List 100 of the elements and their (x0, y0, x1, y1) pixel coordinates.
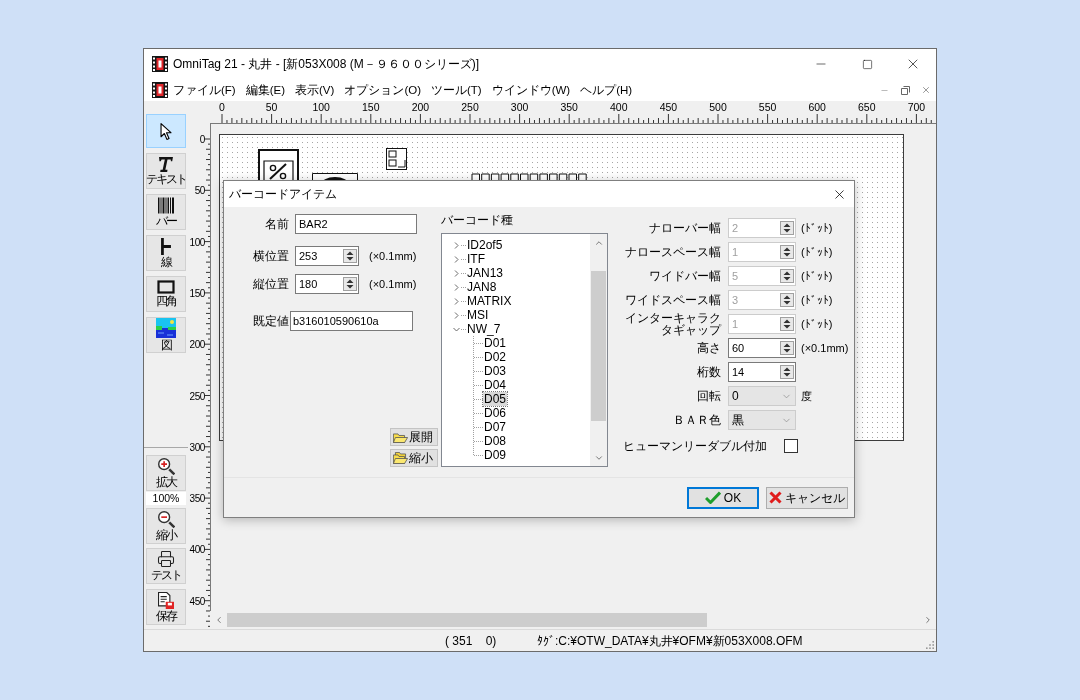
spin-button[interactable] (780, 341, 794, 355)
ruler-label: 450 (659, 102, 678, 113)
tree-item[interactable]: D06 (483, 406, 507, 420)
spin-button[interactable] (343, 249, 357, 263)
unit-label: (×0.1mm) (369, 276, 417, 292)
tree-item[interactable]: D01 (483, 336, 507, 350)
unit-label: (ﾄﾞｯﾄ) (801, 244, 833, 260)
rectangle-tool-button[interactable]: 四角 (146, 276, 186, 312)
cursor-position: ( 351 0) (445, 632, 498, 650)
menu-item[interactable]: オプション(O) (339, 82, 426, 98)
ruler-label: 0 (219, 102, 225, 113)
spin-field[interactable]: 253 (295, 246, 359, 266)
check-icon (704, 491, 721, 504)
name-field[interactable]: BAR2 (295, 214, 417, 234)
save-button[interactable]: 保存 (146, 589, 186, 625)
up-down-arrows-icon (783, 271, 791, 281)
tree-item[interactable]: D08 (483, 434, 507, 448)
spin-button[interactable] (780, 365, 794, 379)
unit-label: (ﾄﾞｯﾄ) (801, 220, 833, 236)
menu-item[interactable]: ウインドウ(W) (486, 82, 576, 98)
dropdown-field[interactable]: 0 (728, 386, 796, 406)
spin-field[interactable]: 180 (295, 274, 359, 294)
menu-item[interactable]: 表示(V) (290, 82, 340, 98)
tree-item[interactable]: MSI (466, 308, 490, 322)
ruler-label: 50 (194, 184, 205, 196)
ruler-label: 250 (189, 390, 205, 401)
tree-item[interactable]: MATRIX (466, 294, 513, 308)
field-label: ＢＡＲ色 (673, 414, 721, 426)
expand-all-button[interactable]: 展開 (390, 428, 438, 446)
up-down-arrows-icon (783, 295, 791, 305)
menu-item[interactable]: ツール(T) (426, 82, 487, 98)
spin-field[interactable]: 14 (728, 362, 796, 382)
ruler-label: 400 (189, 543, 205, 555)
tree-item[interactable]: JAN13 (466, 266, 505, 280)
dialog-title: バーコードアイテム (229, 186, 337, 203)
menu-item[interactable]: ヘルプ(H) (575, 82, 638, 98)
vertical-scrollbar[interactable] (590, 234, 607, 466)
menu-item[interactable]: 編集(E) (240, 82, 291, 98)
zoom-level-display: 100% (146, 492, 186, 505)
zoom-in-icon (157, 457, 175, 475)
ruler-label: 50 (265, 102, 278, 113)
scrollbar-thumb[interactable] (227, 613, 707, 627)
field-label: 名前 (265, 217, 289, 231)
ok-button[interactable]: OK (687, 486, 759, 509)
test-print-button[interactable]: テスト (146, 548, 186, 584)
file-path: ﾀｸﾞ:C:¥OTW_DATA¥丸井¥OFM¥新053X008.OFM (537, 632, 803, 650)
chevron-right-icon[interactable] (453, 283, 460, 291)
unit-label: 度 (801, 388, 812, 404)
image-tool-button[interactable]: 図 (146, 317, 186, 353)
tree-item[interactable]: D02 (483, 350, 507, 364)
spin-field[interactable]: 60 (728, 338, 796, 358)
text-tool-button[interactable]: テキスト (146, 153, 186, 189)
collapse-all-button[interactable]: 縮小 (390, 449, 438, 467)
tree-item[interactable]: JAN8 (466, 280, 498, 294)
checkbox[interactable] (784, 439, 798, 453)
chevron-right-icon[interactable] (453, 269, 460, 277)
unit-label: (ﾄﾞｯﾄ) (801, 292, 833, 308)
tree-item[interactable]: ID2of5 (466, 238, 504, 252)
chevron-right-icon[interactable] (453, 311, 460, 319)
tree-item[interactable]: D03 (483, 364, 507, 378)
tree-item[interactable]: D04 (483, 378, 507, 392)
tree-item[interactable]: D07 (483, 420, 507, 434)
barcode-tool-button[interactable]: バー (146, 194, 186, 230)
ruler-label: 300 (189, 441, 205, 453)
up-down-arrows-icon (783, 223, 791, 233)
up-down-arrows-icon (783, 247, 791, 257)
line-icon (161, 237, 171, 255)
spin-button[interactable] (343, 277, 357, 291)
chevron-right-icon[interactable] (453, 241, 460, 249)
pointer-tool-button[interactable] (146, 114, 186, 148)
ruler-label: 100 (189, 236, 205, 248)
ruler-label: 450 (189, 595, 205, 607)
pointer-arrow-icon (160, 122, 172, 140)
tree-item[interactable]: NW_7 (466, 322, 502, 336)
window-title: OmniTag 21 - 丸井 - [新053X008 (M－９６００シリーズ)] (173, 56, 480, 73)
chevron-right-icon[interactable] (453, 297, 460, 305)
field-label: 高さ (697, 342, 721, 354)
chevron-down-icon[interactable] (453, 325, 460, 333)
resize-grip-icon[interactable] (926, 640, 934, 649)
zoom-out-button[interactable]: 縮小 (146, 508, 186, 544)
rectangle-icon (157, 280, 175, 294)
tree-item[interactable]: ITF (466, 252, 486, 266)
cross-icon (769, 491, 782, 504)
tree-item[interactable]: D05 (483, 392, 507, 406)
ruler-label: 150 (189, 287, 205, 299)
picture-icon (156, 318, 176, 338)
scrollbar-thumb[interactable] (591, 271, 606, 421)
chevron-right-icon[interactable] (453, 255, 460, 263)
field-label: ナローバー幅 (649, 222, 721, 234)
close-icon (921, 85, 931, 95)
unit-label: (×0.1mm) (369, 248, 417, 264)
cancel-button[interactable]: キャンセル (766, 486, 848, 509)
ruler-label: 350 (560, 102, 578, 113)
zoom-in-button[interactable]: 拡大 (146, 455, 186, 491)
line-tool-button[interactable]: 線 (146, 235, 186, 271)
dropdown-field[interactable]: 黒 (728, 410, 796, 430)
tree-item[interactable]: D09 (483, 448, 507, 462)
default-value-field[interactable]: b316010590610a (290, 311, 413, 331)
menu-item[interactable]: ファイル(F) (168, 82, 241, 98)
printer-icon (157, 550, 175, 568)
